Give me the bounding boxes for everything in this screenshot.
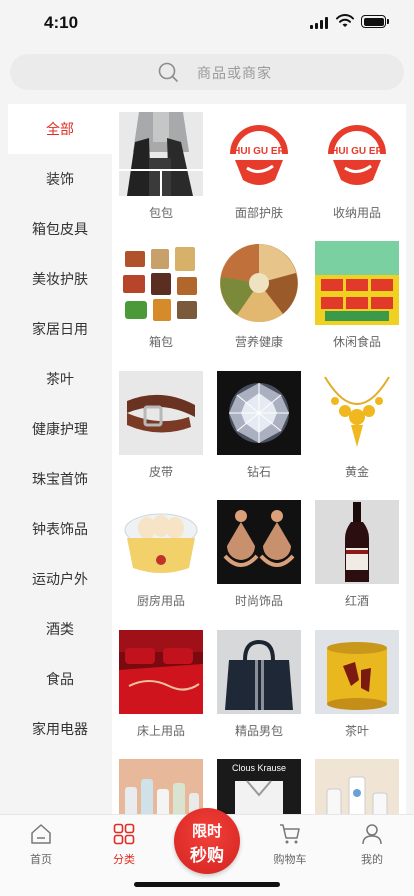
snack-boxes-image — [315, 241, 399, 325]
product-label: 皮带 — [148, 465, 173, 479]
luggage-image — [119, 241, 203, 325]
sidebar-item-beauty[interactable]: 美妆护肤 — [8, 254, 112, 304]
product-label: 休闲食品 — [332, 335, 381, 349]
product-label: 黄金 — [344, 465, 369, 479]
tab-label: 分类 — [113, 853, 135, 866]
product-label: 营养健康 — [234, 335, 283, 349]
flash-sale-button[interactable]: 限时 秒购 — [174, 808, 240, 874]
backpack-image — [119, 112, 203, 196]
sidebar-item-appliances[interactable]: 家用电器 — [8, 704, 112, 754]
tab-profile[interactable]: 我的 — [331, 815, 413, 873]
product-label: 收纳用品 — [332, 206, 381, 220]
belt-image — [119, 371, 203, 455]
home-indicator — [134, 882, 280, 887]
wine-bottle-image — [315, 500, 399, 584]
mens-handbag-image — [217, 630, 301, 714]
clous-krause-image: Clous Krause — [217, 759, 301, 814]
sidebar-item-all[interactable]: 全部 — [8, 104, 112, 154]
status-time: 4:10 — [44, 13, 79, 32]
tab-cart[interactable]: 购物车 — [249, 815, 331, 873]
wifi-icon — [336, 14, 354, 27]
product-label: 包包 — [148, 206, 173, 220]
sidebar-item-decor[interactable]: 装饰 — [8, 154, 112, 204]
tab-home[interactable]: 首页 — [0, 815, 82, 873]
flash-sale-line1: 限时 — [191, 822, 222, 840]
sidebar-item-label: 钟表饰品 — [32, 522, 88, 538]
sidebar-item-label: 箱包皮具 — [32, 222, 88, 238]
sidebar-item-sports[interactable]: 运动户外 — [8, 554, 112, 604]
cellular-signal-icon — [310, 17, 328, 29]
medical-device-image — [315, 759, 399, 814]
huiguer-logo-image: HUI GU ER — [315, 112, 399, 196]
nuts-platter-image — [217, 241, 301, 325]
bedding-image — [119, 630, 203, 714]
cart-icon — [280, 824, 300, 844]
person-icon — [362, 824, 382, 845]
tea-tin-image — [315, 630, 399, 714]
product-label: 面部护肤 — [234, 206, 283, 220]
product-label: 厨房用品 — [136, 594, 185, 608]
tab-label: 购物车 — [273, 853, 307, 866]
sidebar-item-label: 酒类 — [46, 622, 74, 638]
logo-text: HUI GU ER — [233, 146, 285, 157]
sidebar-item-label: 茶叶 — [46, 372, 74, 388]
sidebar-item-label: 家用电器 — [32, 722, 88, 738]
sidebar-item-tea[interactable]: 茶叶 — [8, 354, 112, 404]
product-label: 钻石 — [246, 465, 271, 479]
tab-label: 我的 — [361, 853, 383, 866]
battery-icon — [361, 15, 389, 28]
search-bar[interactable]: 商品或商家 — [10, 54, 404, 90]
sidebar-item-home[interactable]: 家居日用 — [8, 304, 112, 354]
sidebar-item-label: 食品 — [46, 672, 74, 688]
tab-label: 首页 — [30, 853, 52, 866]
sidebar-item-label: 运动户外 — [32, 572, 88, 588]
clous-krause-text: Clous Krause — [232, 763, 286, 773]
product-grid: 包包 HUI GU ER 面部护肤 HUI GU ER 收纳用品 箱包 营养健康… — [112, 104, 406, 814]
sidebar-item-wine[interactable]: 酒类 — [8, 604, 112, 654]
product-label: 床上用品 — [136, 724, 185, 738]
logo-text: HUI GU ER — [331, 146, 383, 157]
product-label: 红酒 — [344, 594, 369, 608]
status-bar: 4:10 — [0, 0, 414, 46]
product-label: 精品男包 — [234, 724, 283, 738]
category-page: 全部 装饰 箱包皮具 美妆护肤 家居日用 茶叶 健康护理 珠宝首饰 钟表饰品 运… — [8, 104, 406, 814]
diamond-image — [217, 371, 301, 455]
category-sidebar: 全部 装饰 箱包皮具 美妆护肤 家居日用 茶叶 健康护理 珠宝首饰 钟表饰品 运… — [8, 104, 112, 814]
huiguer-logo-image: HUI GU ER — [217, 112, 301, 196]
search-icon — [158, 62, 178, 82]
sidebar-item-watches[interactable]: 钟表饰品 — [8, 504, 112, 554]
sidebar-item-label: 珠宝首饰 — [32, 472, 88, 488]
gold-necklace-image — [315, 371, 399, 455]
sidebar-item-health[interactable]: 健康护理 — [8, 404, 112, 454]
earrings-image — [217, 500, 301, 584]
sidebar-item-label: 全部 — [46, 122, 74, 138]
sidebar-item-label: 装饰 — [46, 172, 74, 188]
home-icon — [31, 824, 51, 844]
product-label: 茶叶 — [344, 724, 369, 738]
egg-cooker-image — [119, 500, 203, 584]
sidebar-item-food[interactable]: 食品 — [8, 654, 112, 704]
sidebar-item-label: 美妆护肤 — [32, 272, 88, 288]
search-placeholder: 商品或商家 — [197, 66, 272, 82]
sidebar-item-label: 家居日用 — [32, 322, 88, 338]
tab-category[interactable]: 分类 — [83, 815, 165, 873]
flash-sale-line2: 秒购 — [190, 846, 224, 866]
product-label: 箱包 — [148, 335, 173, 349]
sidebar-item-jewelry[interactable]: 珠宝首饰 — [8, 454, 112, 504]
product-label: 时尚饰品 — [234, 594, 283, 608]
cosmetics-image — [119, 759, 203, 814]
category-grid-icon — [113, 823, 135, 845]
sidebar-item-label: 健康护理 — [32, 422, 88, 438]
sidebar-item-bags-leather[interactable]: 箱包皮具 — [8, 204, 112, 254]
